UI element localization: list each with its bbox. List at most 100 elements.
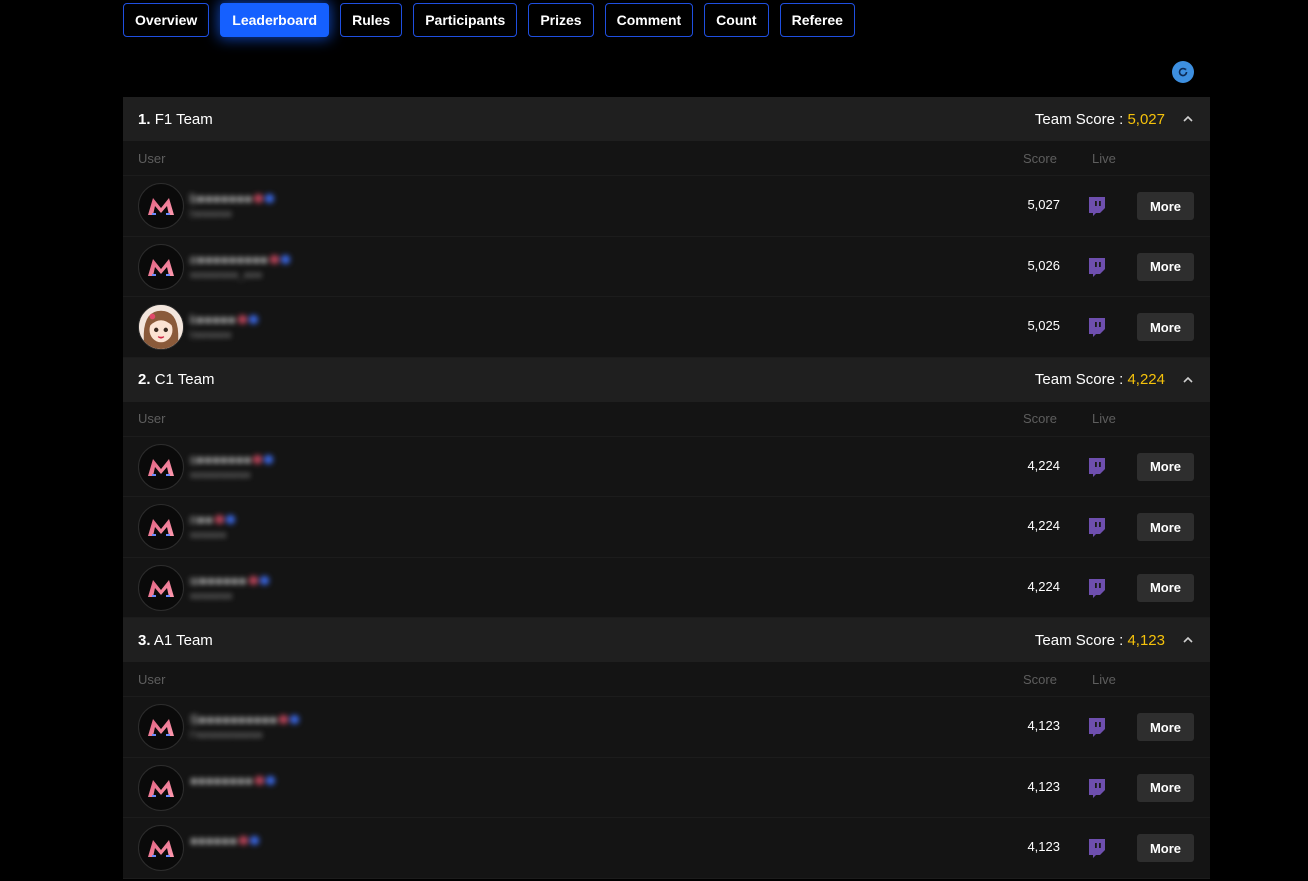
more-button[interactable]: More: [1137, 713, 1194, 741]
user-score: 4,224: [1027, 518, 1060, 533]
user-handle: b●●●●●●: [190, 209, 232, 220]
team-score-group: Team Score : 5,027: [1035, 111, 1195, 128]
team-name: 1. F1 Team: [138, 111, 213, 128]
tab-bar: Overview Leaderboard Rules Participants Priz…: [123, 3, 855, 37]
badge-icon: [279, 715, 289, 724]
username: ●●●●●●: [190, 833, 260, 848]
avatar: [138, 183, 184, 229]
avatar: [138, 243, 184, 290]
user-score: 5,026: [1027, 257, 1060, 273]
column-header: User Score Live: [123, 402, 1210, 437]
twitch-icon[interactable]: [1086, 716, 1108, 738]
tab-count[interactable]: Count: [704, 3, 769, 37]
tab-rules[interactable]: Rules: [340, 3, 403, 37]
twitch-icon[interactable]: [1086, 456, 1108, 478]
more-button[interactable]: More: [1137, 773, 1194, 802]
team-header[interactable]: 3. A1 Team Team Score : 4,123: [123, 618, 1210, 662]
avatar: [138, 443, 184, 490]
team-header[interactable]: 1. F1 Team Team Score : 5,027: [123, 97, 1210, 141]
user-handle: ●●●●●●●●_●●●: [190, 269, 263, 281]
badge-icon: [269, 254, 279, 264]
tab-comment[interactable]: Comment: [604, 3, 694, 37]
tab-prizes[interactable]: Prizes: [528, 3, 594, 37]
user-handle: ●●●●●●●: [190, 590, 233, 602]
avatar: [138, 304, 184, 350]
column-score: Score: [1023, 150, 1057, 166]
table-row: s●●●●●●● ●●●●●●●●●● 4,224 More: [123, 437, 1210, 497]
username: n●●: [190, 512, 235, 527]
team-score-group: Team Score : 4,224: [1035, 371, 1195, 388]
team-score: 5,027: [1127, 110, 1165, 128]
badge-icon: [248, 575, 258, 585]
team-rank: 2.: [138, 371, 151, 388]
user-score: 5,025: [1027, 318, 1060, 333]
tab-referee[interactable]: Referee: [779, 3, 855, 37]
username: e●●●●●●●●●: [190, 252, 290, 267]
badge-icon: [214, 515, 224, 524]
team-title: F1 Team: [154, 110, 213, 128]
team-score-group: Team Score : 4,123: [1035, 632, 1195, 649]
more-button[interactable]: More: [1137, 313, 1194, 341]
table-row: k●●●●● k●●●●●● 5,025 More: [123, 297, 1210, 358]
tab-leaderboard[interactable]: Leaderboard: [220, 3, 330, 37]
user-score: 5,027: [1027, 197, 1060, 212]
column-header: User Score Live: [123, 662, 1210, 697]
column-live: Live: [1092, 150, 1116, 166]
username: w●●●●●●: [190, 573, 269, 588]
verified-icon: [248, 315, 258, 324]
avatar: [138, 504, 184, 550]
team-title: C1 Team: [154, 371, 215, 388]
column-score: Score: [1023, 411, 1057, 426]
username: ●●●●●●●●: [190, 773, 275, 788]
collapse-chevron-icon[interactable]: [1181, 112, 1195, 126]
table-row: ●●●●●● 4,123 More: [123, 818, 1210, 879]
table-row: ●●●●●●●● 4,123 More: [123, 758, 1210, 818]
collapse-chevron-icon[interactable]: [1181, 633, 1195, 647]
verified-icon: [280, 254, 290, 264]
twitch-icon[interactable]: [1086, 256, 1108, 278]
user-score: 4,123: [1027, 718, 1060, 733]
table-row: n●● ●●●●●● 4,224 More: [123, 497, 1210, 558]
user-handle: ●●●●●●: [190, 530, 227, 541]
team-score-label: Team Score :: [1034, 110, 1124, 128]
user-handle: ●●●●●●●●●●: [190, 469, 251, 481]
verified-icon: [265, 775, 275, 785]
more-button[interactable]: More: [1137, 573, 1194, 602]
username: S●●●●●●●●●●: [190, 712, 300, 727]
verified-icon: [265, 194, 275, 203]
badge-icon: [254, 775, 264, 785]
team-score-label: Team Score :: [1034, 631, 1124, 649]
avatar: [138, 825, 184, 871]
column-live: Live: [1092, 671, 1116, 687]
twitch-icon[interactable]: [1086, 516, 1108, 538]
avatar: [138, 564, 184, 611]
refresh-button[interactable]: [1172, 61, 1194, 83]
more-button[interactable]: More: [1137, 834, 1194, 862]
verified-icon: [225, 515, 235, 524]
collapse-chevron-icon[interactable]: [1181, 373, 1195, 387]
user-score: 4,123: [1027, 778, 1060, 794]
twitch-icon[interactable]: [1086, 777, 1108, 799]
more-button[interactable]: More: [1137, 252, 1194, 281]
verified-icon: [259, 575, 269, 585]
column-live: Live: [1092, 411, 1116, 426]
verified-icon: [264, 454, 274, 464]
badge-icon: [237, 315, 247, 324]
badge-icon: [254, 194, 264, 203]
twitch-icon[interactable]: [1086, 316, 1108, 338]
user-handle: F●●●●●●●●●●●: [190, 730, 263, 741]
refresh-icon: [1178, 67, 1188, 77]
team-header[interactable]: 2. C1 Team Team Score : 4,224: [123, 357, 1210, 402]
table-row: w●●●●●● ●●●●●●● 4,224 More: [123, 558, 1210, 618]
column-header: User Score Live: [123, 141, 1210, 176]
twitch-icon[interactable]: [1086, 195, 1108, 217]
more-button[interactable]: More: [1137, 192, 1194, 220]
team-rank: 3.: [138, 631, 151, 649]
more-button[interactable]: More: [1137, 513, 1194, 541]
user-score: 4,224: [1027, 578, 1060, 594]
more-button[interactable]: More: [1137, 452, 1194, 481]
twitch-icon[interactable]: [1086, 837, 1108, 859]
tab-participants[interactable]: Participants: [413, 3, 518, 37]
tab-overview[interactable]: Overview: [123, 3, 210, 37]
twitch-icon[interactable]: [1086, 577, 1108, 599]
